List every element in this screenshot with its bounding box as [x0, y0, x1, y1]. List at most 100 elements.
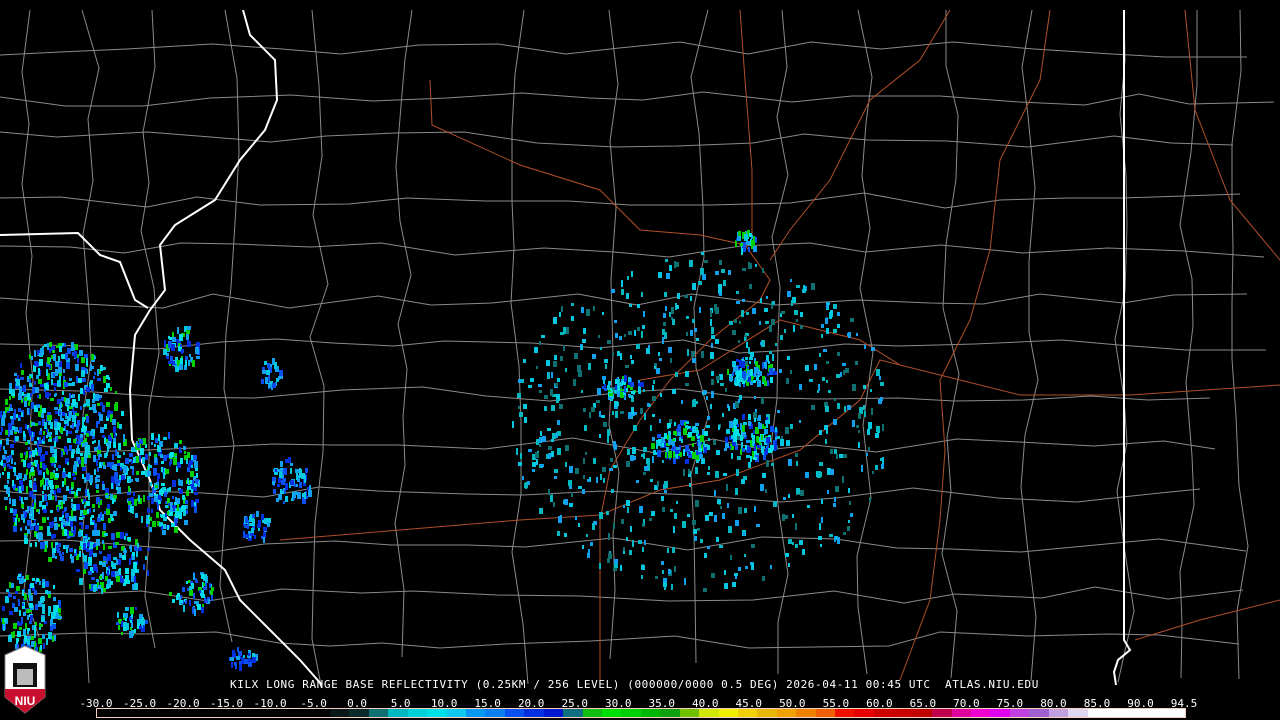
echo-pixel: [689, 452, 691, 455]
echo-pixel: [113, 442, 116, 448]
echo-pixel: [236, 656, 240, 660]
echo-pixel: [12, 499, 16, 505]
echo-pixel: [72, 423, 74, 429]
echo-pixel: [44, 383, 48, 388]
echo-pixel: [250, 514, 252, 518]
echo-pixel: [148, 464, 150, 470]
echo-pixel: [541, 335, 545, 338]
echo-pixel: [185, 360, 187, 367]
echo-pixel: [631, 407, 634, 414]
echo-pixel: [696, 338, 699, 341]
echo-pixel: [742, 414, 745, 420]
echo-pixel: [193, 593, 195, 599]
echo-pixel: [150, 465, 152, 468]
echo-pixel: [769, 325, 772, 332]
echo-pixel: [0, 473, 1, 478]
echo-pixel: [689, 483, 691, 487]
echo-pixel: [607, 558, 610, 563]
echo-pixel: [599, 434, 601, 438]
echo-pixel: [665, 306, 667, 311]
colorbar-swatch: [640, 709, 661, 717]
echo-pixel: [143, 495, 145, 502]
echo-pixel: [84, 505, 86, 508]
echo-pixel: [729, 446, 731, 449]
echo-pixel: [301, 473, 305, 479]
echo-pixel: [749, 284, 752, 289]
echo-pixel: [268, 376, 270, 381]
echo-pixel: [613, 465, 617, 468]
echo-pixel: [83, 389, 85, 395]
echo-pixel: [121, 411, 124, 416]
echo-pixel: [765, 321, 769, 324]
echo-pixel: [864, 345, 866, 349]
echo-pixel: [703, 390, 707, 394]
echo-pixel: [32, 450, 35, 457]
echo-pixel: [66, 362, 70, 369]
echo-pixel: [704, 260, 708, 263]
echo-pixel: [290, 468, 292, 474]
echo-pixel: [821, 334, 823, 338]
echo-pixel: [686, 316, 689, 319]
echo-pixel: [751, 376, 754, 379]
echo-pixel: [47, 432, 51, 437]
echo-pixel: [61, 397, 64, 401]
echo-pixel: [630, 526, 632, 532]
echo-pixel: [43, 472, 45, 479]
echo-pixel: [158, 434, 160, 441]
echo-pixel: [118, 625, 120, 630]
echo-pixel: [708, 438, 710, 441]
echo-pixel: [86, 361, 88, 366]
echo-pixel: [113, 426, 116, 433]
echo-pixel: [193, 487, 197, 491]
echo-pixel: [191, 500, 194, 507]
echo-pixel: [669, 265, 672, 271]
echo-pixel: [4, 497, 8, 500]
echo-pixel: [189, 586, 192, 590]
echo-pixel: [818, 536, 822, 540]
echo-pixel: [688, 432, 692, 437]
echo-pixel: [557, 531, 560, 536]
echo-pixel: [881, 464, 884, 469]
radar-map[interactable]: [0, 0, 1280, 720]
echo-pixel: [102, 367, 106, 370]
echo-pixel: [29, 595, 33, 601]
echo-pixel: [152, 521, 156, 527]
echo-pixel: [733, 420, 737, 424]
echo-pixel: [867, 429, 870, 435]
echo-pixel: [185, 500, 188, 504]
echo-pixel: [163, 349, 167, 355]
echo-pixel: [180, 358, 183, 364]
echo-pixel: [524, 483, 528, 488]
echo-pixel: [19, 610, 21, 616]
echo-pixel: [5, 430, 8, 435]
echo-pixel: [92, 399, 95, 403]
echo-pixel: [743, 372, 746, 379]
echo-pixel: [557, 420, 560, 425]
echo-pixel: [627, 449, 630, 455]
echo-pixel: [704, 447, 707, 453]
echo-pixel: [761, 446, 765, 449]
echo-pixel: [9, 455, 12, 459]
echo-pixel: [20, 377, 24, 380]
echo-pixel: [125, 458, 129, 464]
echo-pixel: [266, 370, 270, 375]
echo-pixel: [781, 311, 785, 314]
colorbar-swatch: [116, 709, 136, 717]
echo-pixel: [18, 622, 22, 626]
echo-pixel: [657, 450, 661, 457]
echo-pixel: [656, 442, 658, 449]
echo-pixel: [677, 426, 681, 432]
echo-pixel: [38, 535, 40, 542]
echo-pixel: [66, 474, 68, 477]
echo-pixel: [753, 380, 756, 383]
echo-pixel: [186, 581, 188, 584]
echo-pixel: [116, 559, 118, 565]
echo-pixel: [73, 516, 76, 521]
echo-pixel: [71, 556, 74, 563]
echo-pixel: [738, 231, 741, 236]
echo-pixel: [296, 473, 298, 480]
echo-pixel: [18, 418, 20, 421]
echo-pixel: [739, 321, 741, 324]
echo-pixel: [589, 477, 591, 481]
echo-pixel: [305, 468, 308, 473]
